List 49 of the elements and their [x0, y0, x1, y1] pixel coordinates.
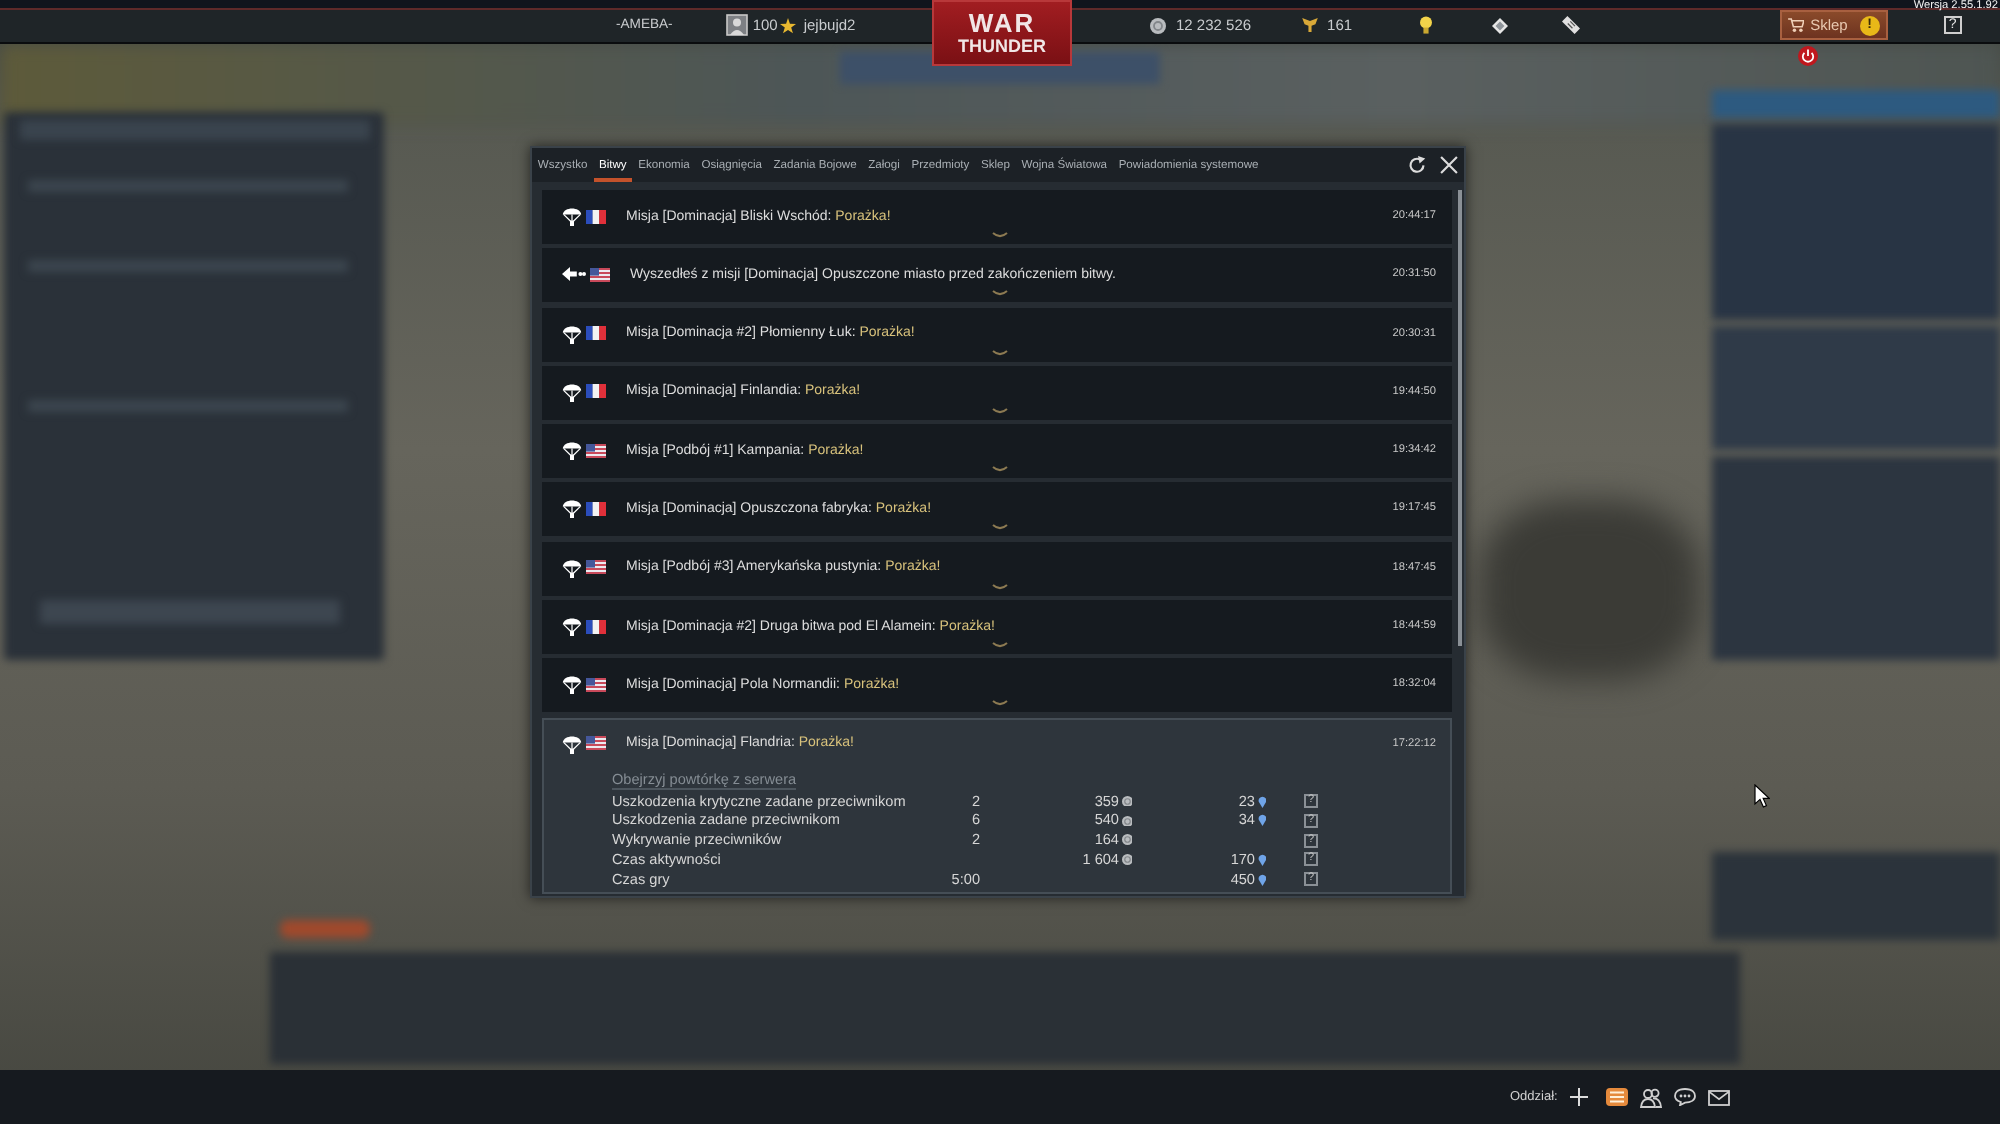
chevron-down-icon[interactable]: [991, 290, 1007, 299]
us-flag-icon: [586, 443, 606, 458]
lightbulb-icon[interactable]: [1420, 16, 1433, 34]
chevron-down-icon[interactable]: [991, 407, 1007, 416]
french-flag-icon: [586, 209, 606, 223]
parachute-icon: [562, 616, 582, 637]
diamond-icon[interactable]: [1492, 17, 1509, 33]
chevron-down-icon[interactable]: [991, 349, 1007, 358]
parachute-icon: [562, 381, 582, 402]
parachute-icon: [562, 498, 582, 519]
parachute-icon: [562, 557, 582, 578]
exit-arrow-icon: [562, 266, 586, 283]
people-icon[interactable]: [1639, 1087, 1662, 1107]
parachute-icon: [562, 674, 582, 695]
game-logo[interactable]: WAR THUNDER: [932, 0, 1072, 66]
cursor-icon: [1754, 784, 1770, 808]
chevron-down-icon[interactable]: [991, 466, 1007, 475]
mail-icon[interactable]: [1707, 1089, 1730, 1105]
french-flag-icon: [586, 619, 606, 634]
scrollbar[interactable]: [1458, 190, 1462, 646]
chevron-down-icon[interactable]: [991, 232, 1007, 240]
chevron-down-icon[interactable]: [991, 583, 1007, 592]
plus-icon[interactable]: [1569, 1088, 1588, 1106]
parachute-icon: [562, 733, 582, 754]
list-icon[interactable]: [1605, 1088, 1628, 1106]
parachute-icon: [562, 323, 582, 344]
refresh-icon[interactable]: [1408, 156, 1426, 174]
us-flag-icon: [586, 736, 606, 751]
chevron-down-icon[interactable]: [991, 642, 1007, 651]
us-flag-icon: [586, 677, 606, 692]
ticket-icon[interactable]: [1562, 16, 1581, 34]
close-icon[interactable]: [1440, 156, 1458, 174]
parachute-icon: [562, 206, 582, 226]
chevron-down-icon[interactable]: [991, 524, 1007, 533]
message-row[interactable]: [542, 717, 1452, 894]
coin-icon: [1150, 17, 1166, 33]
french-flag-icon: [586, 501, 606, 516]
cart-icon: [1788, 18, 1805, 32]
chevron-down-icon[interactable]: [991, 700, 1007, 709]
power-icon[interactable]: [1798, 46, 1819, 66]
chat-icon[interactable]: [1673, 1088, 1696, 1106]
french-flag-icon: [586, 326, 606, 341]
french-flag-icon: [586, 384, 606, 399]
us-flag-icon: [590, 267, 610, 282]
star-icon: [779, 17, 796, 33]
avatar-icon[interactable]: [726, 14, 749, 36]
parachute-icon: [562, 440, 582, 461]
us-flag-icon: [586, 560, 606, 575]
wings-icon: [1301, 18, 1318, 32]
